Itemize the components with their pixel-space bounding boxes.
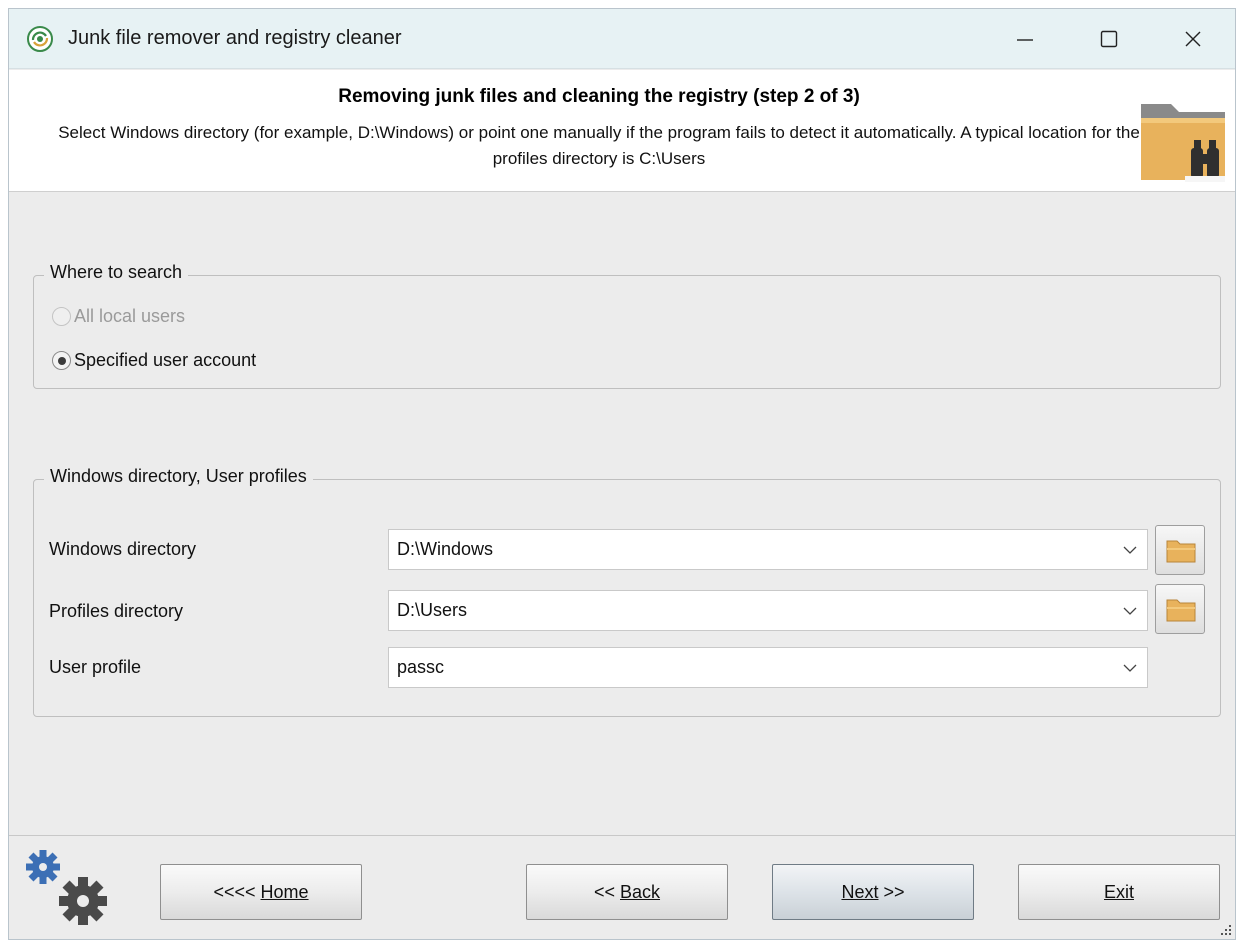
where-to-search-group: Where to search All local users Specifie…: [33, 262, 1221, 389]
close-icon: [1185, 31, 1201, 47]
close-button[interactable]: [1151, 9, 1235, 69]
back-prefix: <<: [593, 882, 620, 902]
maximize-icon: [1100, 30, 1118, 48]
next-label: Next: [841, 882, 879, 902]
wizard-header: Removing junk files and cleaning the reg…: [9, 70, 1235, 192]
minimize-button[interactable]: [983, 9, 1067, 69]
user-profile-label: User profile: [49, 657, 142, 677]
combo-value: D:\Users: [397, 600, 468, 620]
gears-icon: [26, 850, 107, 925]
home-prefix: <<<<: [213, 882, 261, 902]
back-label: Back: [620, 882, 661, 902]
exit-button[interactable]: Exit: [1018, 864, 1220, 920]
next-button[interactable]: Next >>: [772, 864, 974, 920]
browse-profiles-directory-button[interactable]: [1155, 584, 1205, 634]
folder-icon: [1166, 540, 1196, 563]
radio-specified-user-account[interactable]: Specified user account: [52, 347, 256, 373]
home-button[interactable]: <<<< Home: [160, 864, 362, 920]
window-title: Junk file remover and registry cleaner: [68, 27, 402, 49]
step-title: Removing junk files and cleaning the reg…: [338, 86, 860, 107]
folder-binoculars-icon: [1141, 104, 1225, 182]
user-profile-combo[interactable]: passc: [388, 647, 1148, 688]
radio-button[interactable]: [52, 350, 71, 370]
resize-grip-icon[interactable]: [1217, 921, 1233, 937]
app-window: Junk file remover and registry cleaner R…: [8, 8, 1236, 940]
radio-all-local-users[interactable]: All local users: [52, 303, 185, 329]
combo-value: passc: [397, 657, 445, 677]
combo-value: D:\Windows: [397, 539, 494, 559]
folder-icon: [1166, 599, 1196, 622]
maximize-button[interactable]: [1067, 9, 1151, 69]
chevron-down-icon[interactable]: [1123, 604, 1137, 618]
where-to-search-legend: Where to search: [44, 262, 189, 283]
directories-group: Windows directory, User profiles Windows…: [33, 466, 1221, 717]
app-icon: [27, 26, 53, 52]
back-button[interactable]: << Back: [526, 864, 728, 920]
chevron-down-icon[interactable]: [1123, 543, 1137, 557]
browse-windows-directory-button[interactable]: [1155, 525, 1205, 575]
radio-label: All local users: [74, 305, 186, 326]
windows-directory-combo[interactable]: D:\Windows: [388, 529, 1148, 570]
profiles-directory-label: Profiles directory: [49, 601, 184, 621]
exit-label: Exit: [1103, 882, 1134, 902]
profiles-directory-combo[interactable]: D:\Users: [388, 590, 1148, 631]
step-description: Select Windows directory (for example, D…: [58, 123, 1140, 168]
minimize-icon: [1017, 39, 1033, 41]
directories-legend: Windows directory, User profiles: [44, 466, 313, 487]
windows-directory-label: Windows directory: [49, 539, 197, 559]
radio-button[interactable]: [52, 306, 71, 326]
chevron-down-icon[interactable]: [1123, 661, 1137, 675]
footer-separator: [9, 835, 1235, 836]
home-label: Home: [260, 882, 309, 902]
title-bar: Junk file remover and registry cleaner: [9, 9, 1235, 69]
next-suffix: >>: [878, 882, 905, 902]
radio-label: Specified user account: [74, 349, 257, 370]
